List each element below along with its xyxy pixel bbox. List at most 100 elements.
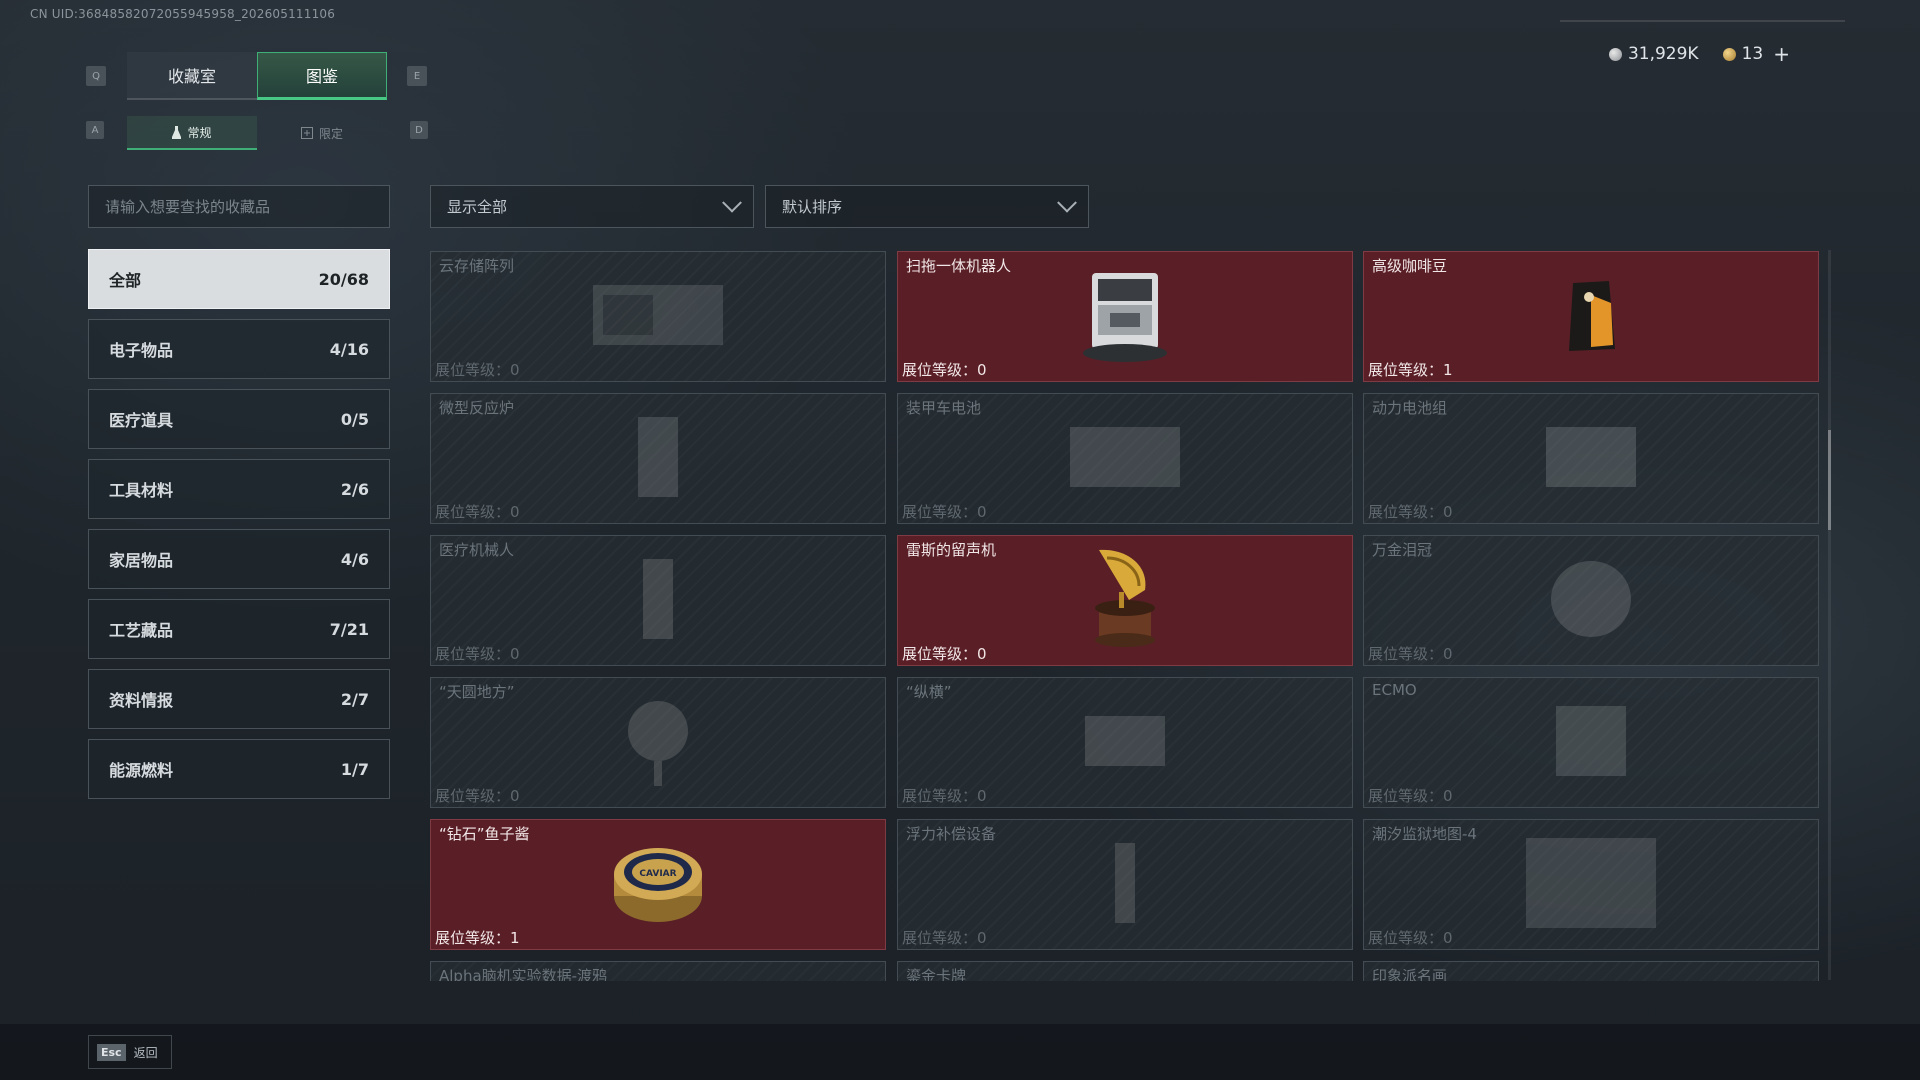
collection-item-card[interactable]: 扫拖一体机器人 展位等级：0 bbox=[897, 251, 1353, 382]
reactor-icon bbox=[623, 407, 693, 511]
collection-item-card[interactable]: 潮汐监狱地图-4 展位等级：0 bbox=[1363, 819, 1819, 950]
item-name: ECMO bbox=[1372, 681, 1417, 699]
level-prefix: 展位等级： bbox=[435, 929, 511, 947]
item-name: 高级咖啡豆 bbox=[1372, 257, 1448, 275]
category-count: 1/7 bbox=[340, 759, 369, 779]
level-value: 0 bbox=[977, 361, 987, 379]
top-divider bbox=[1560, 20, 1845, 22]
category-label: 资料情报 bbox=[109, 691, 174, 710]
item-display-level: 展位等级：0 bbox=[902, 785, 987, 806]
currency-bar: 31,929K 13 + bbox=[1608, 42, 1790, 66]
collection-item-card[interactable]: 高级咖啡豆展位等级：1 bbox=[1363, 251, 1819, 382]
category-tools[interactable]: 工具材料 2/6 bbox=[88, 459, 390, 519]
item-name: 印象派名画 bbox=[1372, 967, 1448, 981]
robot-vacuum-icon bbox=[1080, 265, 1170, 369]
collection-item-card[interactable]: “纵横” 展位等级：0 bbox=[897, 677, 1353, 808]
level-prefix: 展位等级： bbox=[1368, 645, 1444, 663]
item-display-level: 展位等级：0 bbox=[902, 501, 987, 522]
tab-atlas[interactable]: 图鉴 bbox=[257, 52, 387, 100]
collection-item-card[interactable]: 动力电池组 展位等级：0 bbox=[1363, 393, 1819, 524]
level-prefix: 展位等级： bbox=[435, 645, 511, 663]
collection-item-card[interactable]: 医疗机械人 展位等级：0 bbox=[430, 535, 886, 666]
collection-item-card[interactable]: 雷斯的留声机 展位等级：0 bbox=[897, 535, 1353, 666]
buoyancy-device-icon bbox=[1090, 833, 1160, 937]
subtab-limited-label: 限定 bbox=[318, 126, 343, 141]
gramophone-icon bbox=[1085, 544, 1165, 658]
key-hint-next-tab: E bbox=[407, 66, 427, 86]
item-name: 装甲车电池 bbox=[906, 399, 982, 417]
silver-coin-icon bbox=[1608, 47, 1622, 61]
tab-collection-room[interactable]: 收藏室 bbox=[127, 52, 257, 100]
collection-item-card[interactable]: 印象派名画 bbox=[1363, 961, 1819, 981]
sort-dropdown[interactable]: 默认排序 bbox=[765, 185, 1089, 228]
category-label: 工艺藏品 bbox=[109, 621, 174, 640]
gold-currency: 13 + bbox=[1722, 42, 1790, 66]
category-home[interactable]: 家居物品 4/6 bbox=[88, 529, 390, 589]
scrollbar-track[interactable] bbox=[1828, 250, 1831, 980]
category-all[interactable]: 全部 20/68 bbox=[88, 249, 390, 309]
back-button[interactable]: Esc 返回 bbox=[88, 1035, 172, 1069]
category-intel[interactable]: 资料情报 2/7 bbox=[88, 669, 390, 729]
level-prefix: 展位等级： bbox=[902, 503, 978, 521]
battery-pack-icon bbox=[1536, 417, 1646, 501]
category-medical[interactable]: 医疗道具 0/5 bbox=[88, 389, 390, 449]
level-value: 0 bbox=[1443, 645, 1453, 663]
item-display-level: 展位等级：0 bbox=[902, 643, 987, 664]
gold-amount: 13 bbox=[1741, 44, 1764, 64]
item-display-level: 展位等级：0 bbox=[902, 927, 987, 948]
category-energy[interactable]: 能源燃料 1/7 bbox=[88, 739, 390, 799]
category-count: 2/6 bbox=[340, 479, 369, 499]
collection-item-card[interactable]: ECMO 展位等级：0 bbox=[1363, 677, 1819, 808]
collection-item-card[interactable]: 浮力补偿设备 展位等级：0 bbox=[897, 819, 1353, 950]
item-display-level: 展位等级：0 bbox=[435, 785, 520, 806]
collection-grid: 云存储阵列 展位等级：0 扫拖一体机器人 展位等级：0 高级咖啡豆 展位等级：1 微型反应炉… bbox=[430, 251, 1820, 981]
level-value: 0 bbox=[1443, 929, 1453, 947]
collection-item-card[interactable]: “钻石”鱼子酱 CAVIAR 展位等级：1 bbox=[430, 819, 886, 950]
subtab-normal[interactable]: 常规 bbox=[127, 116, 257, 150]
item-name: Alpha脑机实验数据-渡鸦 bbox=[439, 967, 608, 981]
key-hint-prev-subtab: A bbox=[86, 121, 104, 139]
level-prefix: 展位等级： bbox=[902, 645, 978, 663]
collection-item-card[interactable]: 装甲车电池展位等级：0 bbox=[897, 393, 1353, 524]
item-name: “纵横” bbox=[906, 683, 952, 701]
collection-item-card[interactable]: “天圆地方” 展位等级：0 bbox=[430, 677, 886, 808]
silver-amount: 31,929K bbox=[1627, 44, 1699, 64]
category-label: 家居物品 bbox=[109, 551, 174, 570]
category-electronics[interactable]: 电子物品 4/16 bbox=[88, 319, 390, 379]
item-display-level: 展位等级：1 bbox=[435, 927, 520, 948]
collection-item-card[interactable]: 云存储阵列 展位等级：0 bbox=[430, 251, 886, 382]
level-prefix: 展位等级： bbox=[902, 929, 978, 947]
display-filter-value: 显示全部 bbox=[447, 198, 508, 216]
level-prefix: 展位等级： bbox=[902, 787, 978, 805]
category-crafts[interactable]: 工艺藏品 7/21 bbox=[88, 599, 390, 659]
collection-item-card[interactable]: 微型反应炉 展位等级：0 bbox=[430, 393, 886, 524]
back-label: 返回 bbox=[133, 1045, 158, 1060]
level-value: 0 bbox=[977, 645, 987, 663]
category-label: 电子物品 bbox=[109, 341, 174, 360]
add-currency-button[interactable]: + bbox=[1773, 42, 1790, 66]
ecmo-icon bbox=[1541, 696, 1641, 790]
level-prefix: 展位等级： bbox=[435, 361, 511, 379]
level-value: 0 bbox=[510, 503, 520, 521]
collection-item-card[interactable]: 万金泪冠 展位等级：0 bbox=[1363, 535, 1819, 666]
limited-icon bbox=[300, 127, 313, 139]
search-input[interactable] bbox=[88, 185, 390, 228]
item-name: 潮汐监狱地图-4 bbox=[1372, 825, 1477, 843]
level-value: 1 bbox=[1443, 361, 1453, 379]
level-prefix: 展位等级： bbox=[1368, 503, 1444, 521]
scrollbar-thumb[interactable] bbox=[1828, 430, 1831, 530]
collection-item-card[interactable]: Alpha脑机实验数据-渡鸦 bbox=[430, 961, 886, 981]
subtab-limited[interactable]: 限定 bbox=[257, 116, 387, 150]
category-list: 全部 20/68 电子物品 4/16 医疗道具 0/5 工具材料 2/6 家居物品 4/6… bbox=[88, 249, 390, 809]
caviar-tin-icon: CAVIAR bbox=[610, 838, 706, 932]
category-count: 4/16 bbox=[329, 339, 369, 359]
display-filter-dropdown[interactable]: 显示全部 bbox=[430, 185, 754, 228]
level-prefix: 展位等级： bbox=[1368, 361, 1444, 379]
level-value: 0 bbox=[977, 787, 987, 805]
collection-item-card[interactable]: 鎏金卡牌 bbox=[897, 961, 1353, 981]
chessboard-icon bbox=[1075, 706, 1175, 780]
medical-robot-icon bbox=[623, 549, 693, 653]
level-value: 0 bbox=[1443, 787, 1453, 805]
category-label: 全部 bbox=[109, 271, 142, 290]
category-label: 医疗道具 bbox=[109, 411, 174, 430]
